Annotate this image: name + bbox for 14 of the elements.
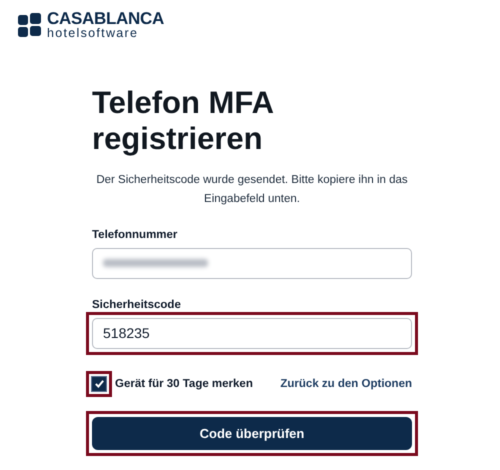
checkbox-label: Gerät für 30 Tage merken [115,378,253,390]
brand-tagline: hotelsoftware [47,27,140,40]
brand-name: CASABLANCA [47,10,164,27]
check-icon [94,378,104,389]
page-heading: Telefon MFA registrieren [92,84,274,156]
code-field[interactable]: 518235 [92,318,412,348]
back-link[interactable]: Zurück zu den Optionen [280,378,412,390]
checkbox[interactable] [91,376,107,392]
description-text: Der Sicherheitscode wurde gesendet. Bitte kopiere ihn in das Eingabefeld unten. [95,172,409,206]
phone-field[interactable] [92,248,412,278]
field-label: Telefonnummer [92,228,178,240]
logo-icon [18,12,42,37]
field-label: Sicherheitscode [92,298,181,310]
submit-button[interactable]: Code überprüfen [92,416,412,450]
